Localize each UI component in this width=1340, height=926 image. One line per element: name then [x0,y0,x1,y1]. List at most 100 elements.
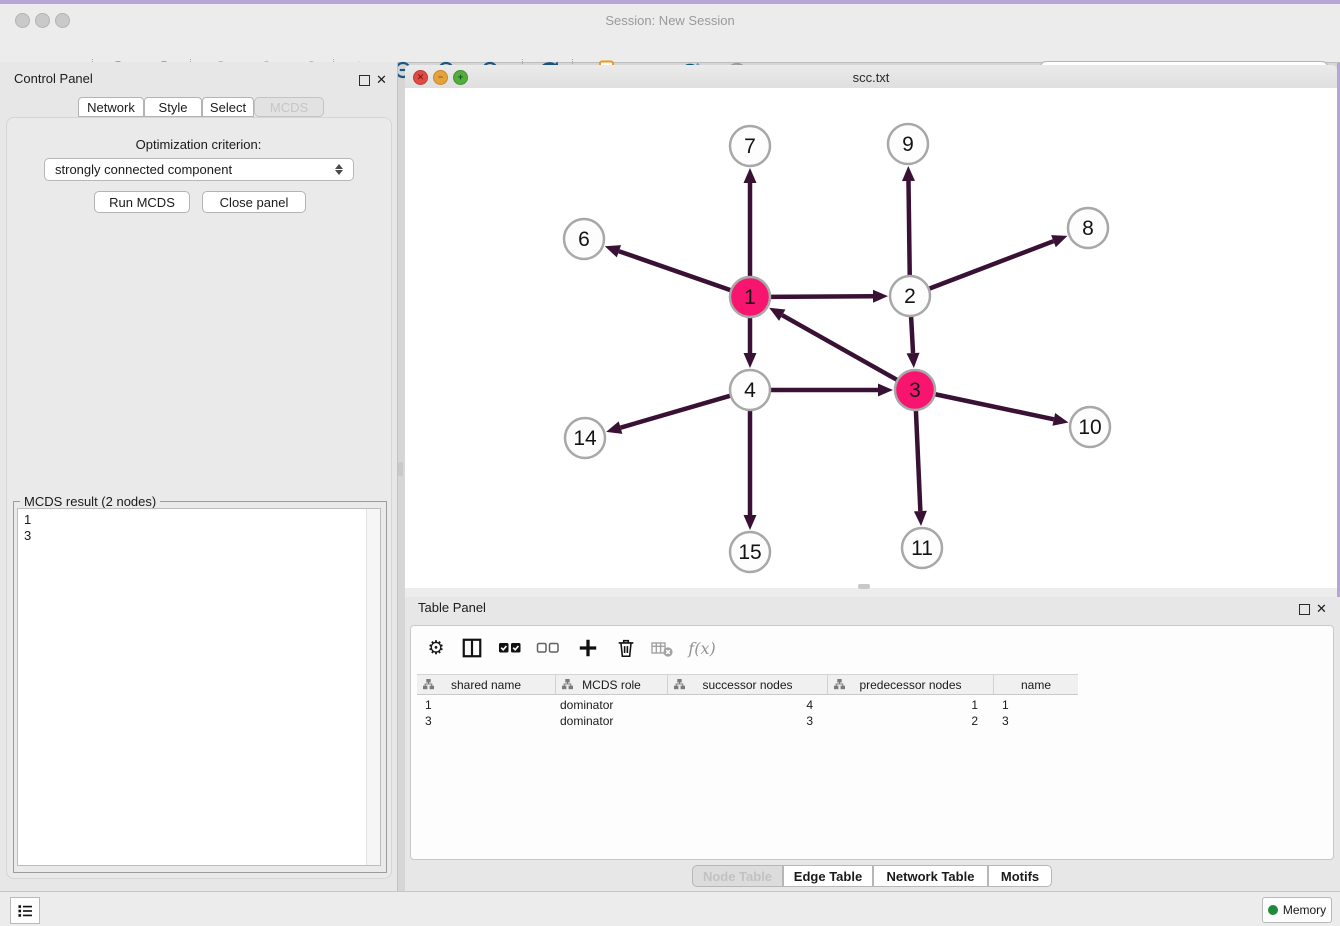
window-title: Session: New Session [0,13,1340,28]
control-panel-title: Control Panel [14,71,93,86]
graph-node-label-9: 9 [902,133,914,156]
mcds-result-text[interactable]: 1 3 [17,508,381,866]
result-line: 1 [24,512,380,528]
add-icon[interactable] [576,636,600,660]
columns-icon[interactable] [460,636,484,660]
graph-node-label-11: 11 [911,537,933,560]
cell-mcds-role: dominator [560,698,613,712]
title-bar[interactable]: Session: New Session [0,4,1340,28]
graph-edge-1-2[interactable] [770,296,873,297]
graph-arrowhead-4-15 [744,515,757,530]
table-panel-close-icon[interactable]: ✕ [1316,602,1327,615]
memory-label: Memory [1283,903,1326,917]
graph-node-label-3: 3 [909,379,921,402]
memory-button[interactable]: Memory [1262,897,1332,923]
graph-arrowhead-1-7 [744,168,757,183]
result-scrollbar[interactable] [366,509,380,865]
graph-edge-4-14[interactable] [621,396,731,428]
network-canvas[interactable]: 7 9 6 8 1 2 4 3 14 10 15 11 [405,88,1337,588]
graph-arrowhead-1-6 [605,245,621,257]
tab-edge-table[interactable]: Edge Table [783,865,873,887]
graph-arrowhead-4-3 [878,384,893,397]
graph-node-label-2: 2 [904,285,916,308]
close-panel-button[interactable]: Close panel [202,191,306,213]
table-row[interactable]: 1 dominator 4 1 1 [417,697,1078,713]
table-panel-float-icon[interactable] [1299,604,1310,615]
tab-node-table[interactable]: Node Table [692,865,783,887]
tab-network[interactable]: Network [78,97,144,117]
graph-node-label-1: 1 [744,286,756,309]
cell-name: 1 [1002,698,1009,712]
horizontal-splitter[interactable] [405,588,1337,597]
graph-edge-2-8[interactable] [929,241,1054,289]
application-window: Session: New Session [0,0,1340,926]
cell-mcds-role: dominator [560,714,613,728]
splitter-grip[interactable] [858,584,870,589]
attribute-icon [834,679,845,690]
graph-edge-2-3[interactable] [911,316,913,353]
graph-node-label-8: 8 [1082,217,1094,240]
splitter-grip[interactable] [398,462,403,476]
column-header-shared-name[interactable]: shared name [417,675,556,694]
control-panel-close-icon[interactable]: ✕ [376,73,387,86]
column-header-mcds-role[interactable]: MCDS role [556,675,668,694]
select-all-icon[interactable] [498,636,522,660]
main-toolbar: ⌕ [0,28,1340,63]
cell-shared-name: 3 [425,714,432,728]
run-mcds-button[interactable]: Run MCDS [94,191,190,213]
control-panel-float-icon[interactable] [359,75,370,86]
cell-predecessor-nodes: 2 [828,714,978,728]
gear-icon[interactable]: ⚙ [424,636,448,660]
attribute-icon [674,679,685,690]
graph-arrowhead-1-4 [744,353,757,368]
cell-shared-name: 1 [425,698,432,712]
graph-arrowhead-1-2 [873,290,888,303]
optimization-criterion-label: Optimization criterion: [0,137,397,152]
task-history-icon[interactable] [10,897,40,924]
graph-node-label-14: 14 [573,427,597,450]
graph-edge-1-6[interactable] [619,251,731,290]
cell-successor-nodes: 3 [668,714,813,728]
optimization-criterion-select[interactable]: strongly connected component [44,158,354,181]
graph-arrowhead-2-3 [907,353,920,368]
table-panel-title: Table Panel [418,600,486,615]
select-stepper-icon [335,164,343,175]
tab-style[interactable]: Style [144,97,202,117]
network-window-title: scc.txt [405,70,1337,85]
delete-icon[interactable] [614,636,638,660]
mcds-result-legend: MCDS result (2 nodes) [20,494,160,509]
graph-svg: 7 9 6 8 1 2 4 3 14 10 15 11 [405,88,1337,588]
status-bar [0,891,1340,926]
cell-successor-nodes: 4 [668,698,813,712]
graph-edge-3-11[interactable] [916,410,920,511]
table-area [410,625,1334,860]
function-icon[interactable]: f(x) [686,636,718,660]
column-header-name[interactable]: name [994,675,1078,694]
graph-arrowhead-2-9 [902,166,915,181]
graph-node-label-10: 10 [1078,416,1101,439]
graph-node-label-15: 15 [738,541,761,564]
tab-network-table[interactable]: Network Table [873,865,988,887]
graph-node-label-6: 6 [578,228,590,251]
attribute-icon [562,679,573,690]
graph-arrowhead-3-11 [914,511,927,526]
optimization-criterion-value: strongly connected component [55,162,232,177]
delete-table-icon[interactable] [650,636,674,660]
cell-predecessor-nodes: 1 [828,698,978,712]
graph-node-label-7: 7 [744,135,756,158]
graph-node-label-4: 4 [744,379,756,402]
graph-edge-3-1[interactable] [782,315,897,380]
tab-mcds[interactable]: MCDS [254,97,324,117]
column-header-predecessor-nodes[interactable]: predecessor nodes [828,675,994,694]
deselect-all-icon[interactable] [536,636,560,660]
graph-edge-2-9[interactable] [908,181,909,276]
graph-arrowhead-2-8 [1051,235,1067,247]
tab-select[interactable]: Select [202,97,254,117]
table-row[interactable]: 3 dominator 3 2 3 [417,713,1078,729]
table-header: shared name MCDS role successor nodes pr… [417,674,1078,695]
graph-edge-3-10[interactable] [935,394,1054,419]
tab-motifs[interactable]: Motifs [988,865,1052,887]
column-header-successor-nodes[interactable]: successor nodes [668,675,828,694]
memory-status-icon [1268,905,1278,915]
cell-name: 3 [1002,714,1009,728]
